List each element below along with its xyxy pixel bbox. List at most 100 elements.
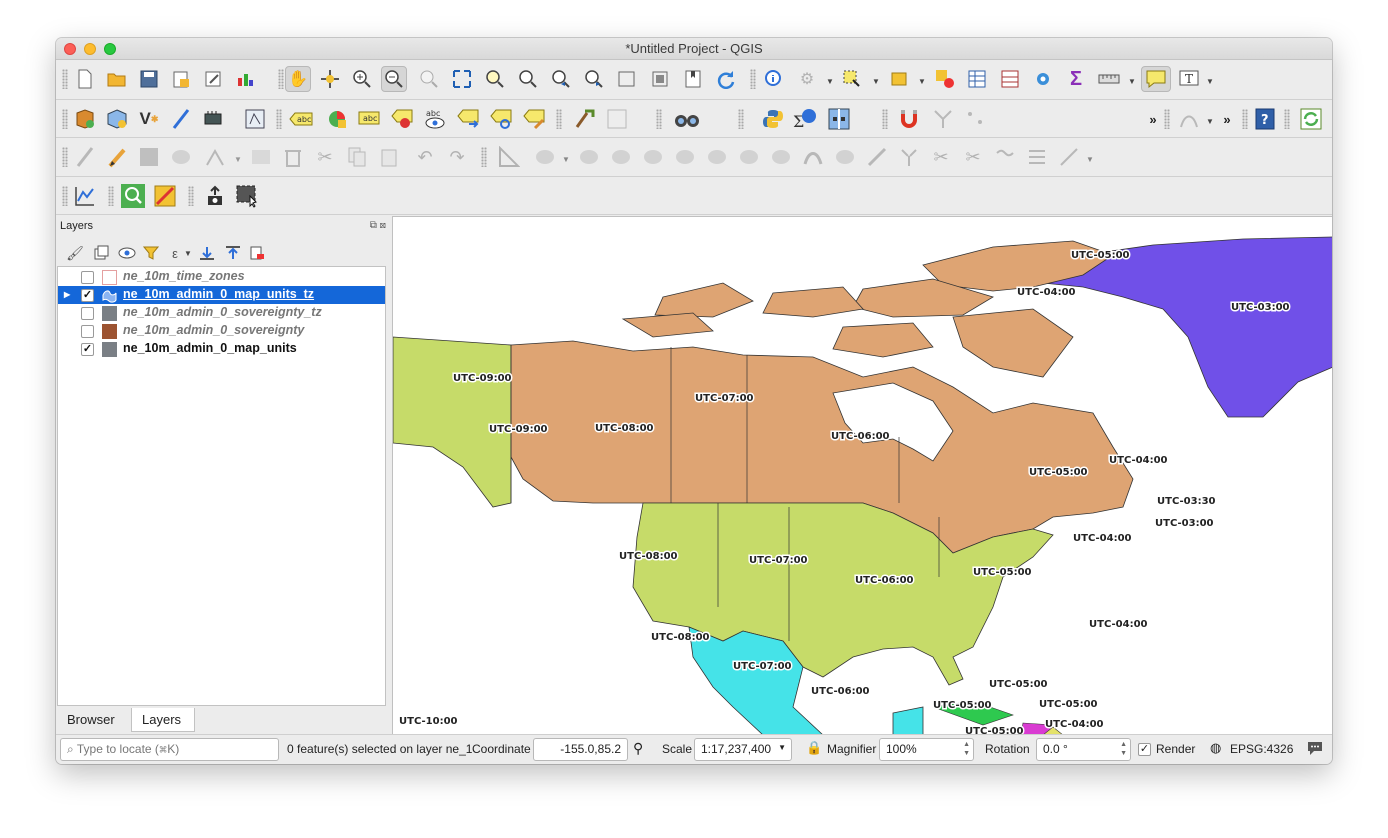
- new-3d-view-icon[interactable]: [647, 66, 673, 92]
- toggle-extents-icon[interactable]: ⚲: [633, 740, 643, 757]
- layer-visibility-checkbox[interactable]: [81, 325, 94, 338]
- delete-ring-icon[interactable]: [704, 144, 730, 170]
- coordinate-field[interactable]: -155.0,85.2: [533, 738, 628, 761]
- layer-symbol-swatch[interactable]: [102, 324, 117, 339]
- render-checkbox[interactable]: ✓: [1138, 743, 1151, 756]
- crs-globe-icon[interactable]: ◍: [1210, 740, 1221, 756]
- zoom-to-layer-icon[interactable]: [515, 66, 541, 92]
- toolbar-grip[interactable]: [481, 147, 487, 167]
- layer-symbol-swatch[interactable]: [102, 306, 117, 321]
- chevron-down-icon[interactable]: ▼: [872, 77, 880, 86]
- map-tips-icon[interactable]: [1141, 66, 1171, 92]
- table-tool-icon[interactable]: [604, 106, 630, 132]
- rotate-point-icon[interactable]: ✂: [960, 144, 986, 170]
- reverse-line-icon[interactable]: [1024, 144, 1050, 170]
- float-panel-icon[interactable]: ⧉: [370, 220, 377, 231]
- expand-all-icon[interactable]: [194, 240, 220, 266]
- collapse-all-icon[interactable]: [220, 240, 246, 266]
- layer-row[interactable]: ne_10m_admin_0_sovereignty: [58, 322, 385, 340]
- toolbar-grip[interactable]: [1164, 109, 1170, 129]
- chevron-down-icon[interactable]: ▼: [1206, 117, 1214, 126]
- attribute-table-icon[interactable]: [964, 66, 990, 92]
- chevron-down-icon[interactable]: ▼: [826, 77, 834, 86]
- change-label-icon[interactable]: [521, 106, 547, 132]
- show-hide-labels-icon[interactable]: abc: [422, 106, 448, 132]
- snapping-mode-icon[interactable]: [930, 106, 956, 132]
- current-edits-icon[interactable]: [72, 144, 98, 170]
- vertex-tool-icon[interactable]: [202, 144, 228, 170]
- scale-combobox[interactable]: 1:17,237,400 ▼: [694, 738, 792, 761]
- locator-search-input[interactable]: ⌕ Type to locate (⌘K): [60, 738, 279, 761]
- split-features-icon[interactable]: [832, 144, 858, 170]
- fill-ring-icon[interactable]: [672, 144, 698, 170]
- layer-visibility-checkbox[interactable]: ✓: [81, 343, 94, 356]
- compare-view-icon[interactable]: [826, 106, 852, 132]
- more-tools-icon[interactable]: »: [1140, 106, 1166, 132]
- messages-icon[interactable]: [1306, 739, 1324, 760]
- locator-search-icon[interactable]: [120, 183, 146, 209]
- toolbar-grip[interactable]: [556, 109, 562, 129]
- zoom-native-icon[interactable]: [416, 66, 442, 92]
- screenshot-camera-icon[interactable]: [202, 183, 228, 209]
- add-ring-icon[interactable]: [532, 144, 558, 170]
- toolbar-grip[interactable]: [62, 69, 68, 89]
- offset-curve-icon[interactable]: [800, 144, 826, 170]
- sum-statistics-icon[interactable]: Σ: [792, 106, 818, 132]
- map-canvas[interactable]: UTC-05:00 UTC-04:00 UTC-03:00 UTC-09:00 …: [392, 216, 1332, 734]
- merge-features-icon[interactable]: [896, 144, 922, 170]
- spin-arrows-icon[interactable]: ▲▼: [1120, 740, 1127, 758]
- layer-symbol-swatch[interactable]: [102, 270, 117, 285]
- spatial-bookmark-icon[interactable]: [680, 66, 706, 92]
- new-map-view-icon[interactable]: [614, 66, 640, 92]
- chevron-down-icon[interactable]: ▼: [184, 249, 192, 258]
- chevron-down-icon[interactable]: ▼: [1206, 77, 1214, 86]
- open-project-icon[interactable]: [104, 66, 130, 92]
- pan-to-selection-icon[interactable]: [317, 66, 343, 92]
- measure-icon[interactable]: [1096, 66, 1122, 92]
- modify-attributes-icon[interactable]: [248, 144, 274, 170]
- delete-part-icon[interactable]: [736, 144, 762, 170]
- layer-visibility-checkbox[interactable]: [81, 271, 94, 284]
- processing-toolbox-icon[interactable]: [1030, 66, 1056, 92]
- new-geopackage-icon[interactable]: [104, 106, 130, 132]
- print-layout-icon[interactable]: [200, 66, 226, 92]
- toolbar-grip[interactable]: [750, 69, 756, 89]
- new-vector-icon[interactable]: V ✱: [136, 106, 162, 132]
- simplify-feature-icon[interactable]: [608, 144, 634, 170]
- redo-icon[interactable]: ↷: [444, 144, 470, 170]
- save-edits-icon[interactable]: [136, 144, 162, 170]
- metasearch-icon[interactable]: [672, 106, 702, 132]
- zoom-next-icon[interactable]: [581, 66, 607, 92]
- add-feature-icon[interactable]: [168, 144, 194, 170]
- new-project-icon[interactable]: [72, 66, 98, 92]
- python-console-icon[interactable]: [760, 106, 786, 132]
- cut-features-icon[interactable]: ✂: [312, 144, 338, 170]
- select-features-icon[interactable]: [839, 66, 865, 92]
- rotate-label-icon[interactable]: [488, 106, 514, 132]
- zoom-out-icon[interactable]: [381, 66, 407, 92]
- toolbar-grip[interactable]: [108, 186, 114, 206]
- split-parts-icon[interactable]: [864, 144, 890, 170]
- toolbar-grip[interactable]: [882, 109, 888, 129]
- tab-browser[interactable]: Browser: [57, 708, 129, 732]
- export-map-icon[interactable]: [234, 183, 260, 209]
- manage-visibility-icon[interactable]: [114, 240, 140, 266]
- snapping-type-icon[interactable]: [962, 106, 988, 132]
- toolbar-grip[interactable]: [1284, 109, 1290, 129]
- toolbar-grip[interactable]: [62, 109, 68, 129]
- label-toolbar-icon[interactable]: abc: [288, 106, 314, 132]
- layer-row[interactable]: ne_10m_admin_0_sovereignty_tz: [58, 304, 385, 322]
- deselect-all-icon[interactable]: [932, 66, 958, 92]
- layer-row[interactable]: ne_10m_time_zones: [58, 268, 385, 286]
- tab-layers[interactable]: Layers: [131, 708, 195, 732]
- chevron-down-icon[interactable]: ▼: [562, 155, 570, 164]
- add-group-icon[interactable]: [88, 240, 114, 266]
- save-project-icon[interactable]: [136, 66, 162, 92]
- toggle-editing-icon[interactable]: [104, 144, 130, 170]
- digitize-icon[interactable]: [168, 106, 194, 132]
- toolbar-grip[interactable]: [278, 69, 284, 89]
- diagram-icon[interactable]: [324, 106, 350, 132]
- close-panel-icon[interactable]: ⊠: [380, 220, 386, 231]
- field-calculator-icon[interactable]: [997, 66, 1023, 92]
- magnifier-spinbox[interactable]: 100% ▲ ▼: [879, 738, 974, 761]
